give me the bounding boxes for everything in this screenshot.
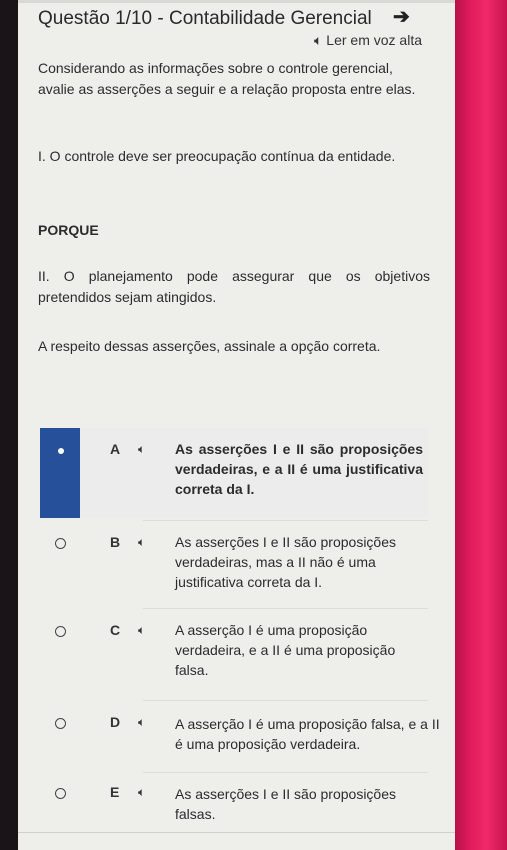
read-aloud-label: Ler em voz alta [326,32,422,48]
option-b-radio[interactable] [55,538,66,549]
question-prompt: A respeito dessas asserções, assinale a … [38,338,381,354]
option-divider [143,700,428,701]
option-e-text: As asserções I e II são proposições fals… [175,786,396,822]
device-edge [455,0,507,850]
option-divider [143,520,428,521]
option-b-text: As asserções I e II são proposições verd… [175,534,396,590]
option-a-selector[interactable] [40,428,80,518]
option-c-radio[interactable] [55,626,66,637]
option-d-letter: D [110,714,121,730]
question-title: Questão 1/10 - Contabilidade Gerencial [38,8,372,29]
question-screen: Questão 1/10 - Contabilidade Gerencial ➔… [18,0,455,850]
arrow-right-icon[interactable]: ➔ [393,4,410,29]
footer-divider [18,832,455,833]
question-intro: Considerando as informações sobre o cont… [38,60,416,97]
option-d-text: A asserção I é uma proposição falsa, e a… [175,716,440,752]
speaker-icon[interactable]: 🔈︎ [138,623,145,638]
speaker-icon[interactable]: 🔈︎ [138,785,145,800]
option-e[interactable]: E 🔈︎ As asserções I e II são proposições… [40,780,428,828]
option-c-text: A asserção I é uma proposição verdadeira… [175,622,396,678]
option-divider [143,772,428,773]
option-b-letter: B [110,534,121,550]
speaker-icon[interactable]: 🔈︎ [138,715,145,730]
option-b[interactable]: B 🔈︎ As asserções I e II são proposições… [40,528,428,608]
option-c-letter: C [110,622,121,638]
option-a-text: As asserções I e II são proposições verd… [175,441,423,497]
option-e-radio[interactable] [55,788,66,799]
option-e-letter: E [110,784,120,800]
option-d-radio[interactable] [55,718,66,729]
option-a-radio[interactable] [58,448,64,454]
option-a[interactable]: A 🔈︎ As asserções I e II são proposições… [40,428,428,518]
assertion-1: I. O controle deve ser preocupação contí… [38,148,396,164]
read-aloud-button[interactable]: 🔈︎ Ler em voz alta [314,32,422,49]
assertion-2: II. O planejamento pode assegurar que os… [38,268,430,305]
speaker-icon[interactable]: 🔈︎ [138,442,145,457]
option-divider [143,608,428,609]
option-d[interactable]: D 🔈︎ A asserção I é uma proposição falsa… [40,710,440,770]
speaker-icon: 🔈︎ [313,32,323,48]
speaker-icon[interactable]: 🔈︎ [138,535,145,550]
connector-porque: PORQUE [38,222,99,238]
option-c[interactable]: C 🔈︎ A asserção I é uma proposição verda… [40,616,428,696]
option-a-letter: A [110,441,121,457]
